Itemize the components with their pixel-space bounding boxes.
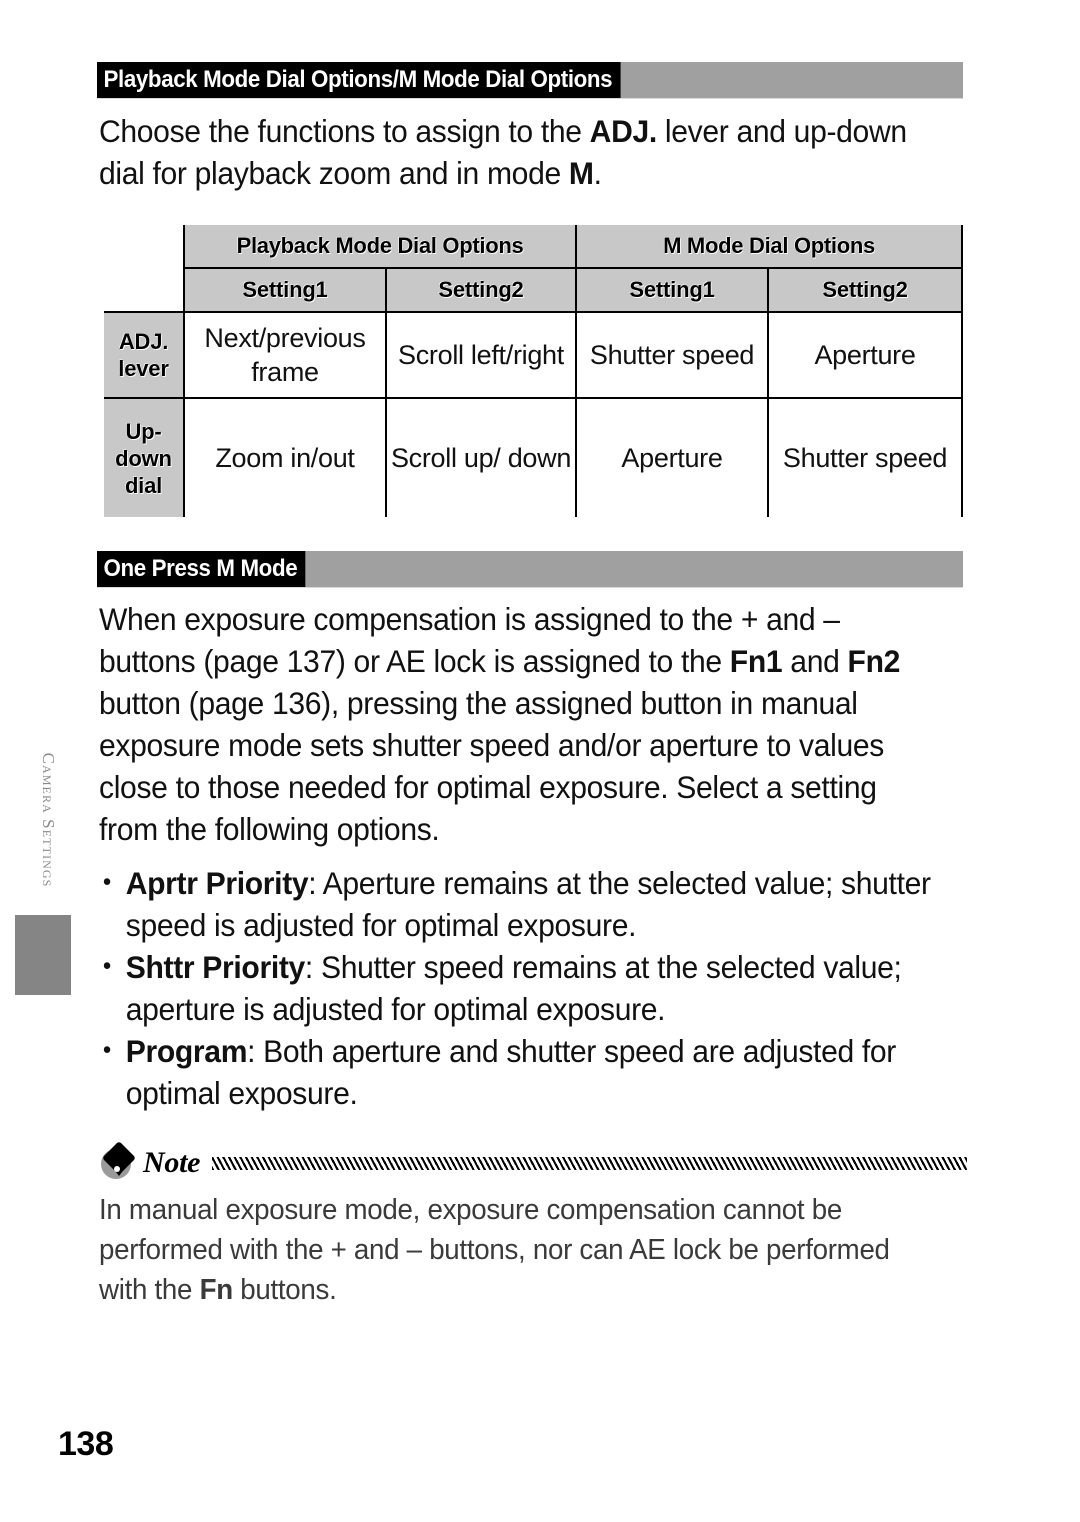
onepress-text-2: and bbox=[782, 643, 848, 679]
note-body-text: In manual exposure mode, exposure compen… bbox=[99, 1190, 939, 1310]
table-cell-updown-mmode-setting1: Aperture bbox=[575, 397, 769, 517]
table-rowlabel-adj-lever: ADJ. lever bbox=[104, 311, 184, 398]
section-heading-one-press-m-mode: One Press M Mode bbox=[97, 551, 963, 587]
onepress-text-3: button (page 136), pressing the assigned… bbox=[99, 685, 884, 847]
table-cell-adj-mmode-setting2: Aperture bbox=[767, 311, 964, 398]
side-tab-block bbox=[15, 915, 71, 995]
onepress-bold-fn2: Fn2 bbox=[847, 643, 901, 679]
table-subheader-playback-setting2: Setting2 bbox=[384, 268, 577, 313]
table-cell-adj-mmode-setting1: Shutter speed bbox=[575, 311, 769, 398]
table-subheader-playback-setting1: Setting1 bbox=[183, 268, 386, 313]
table-corner-cell bbox=[104, 225, 184, 268]
table-row: Up- down dial Zoom in/out Scroll up/ dow… bbox=[104, 397, 964, 517]
dial-options-table: Playback Mode Dial Options M Mode Dial O… bbox=[104, 225, 964, 517]
one-press-paragraph: When exposure compensation is assigned t… bbox=[99, 598, 939, 850]
table-cell-adj-playback-setting2: Scroll left/right bbox=[384, 311, 577, 398]
table-cell-updown-playback-setting1: Zoom in/out bbox=[183, 397, 386, 517]
rowlabel-line-1: Up- bbox=[125, 418, 162, 444]
list-item: Shttr Priority: Shutter speed remains at… bbox=[99, 945, 939, 1030]
table-header-sub-row: Setting1 Setting2 Setting1 Setting2 bbox=[104, 268, 964, 313]
table-header-group-row: Playback Mode Dial Options M Mode Dial O… bbox=[104, 225, 964, 269]
pen-nib-icon bbox=[99, 1141, 143, 1184]
section-heading-2-text: One Press M Mode bbox=[97, 551, 306, 587]
section-heading-1-text: Playback Mode Dial Options/M Mode Dial O… bbox=[97, 62, 621, 98]
note-header: Note bbox=[99, 1141, 967, 1184]
table-cell-updown-mmode-setting2: Shutter speed bbox=[767, 397, 964, 517]
section-heading-playback-mode-dial-options: Playback Mode Dial Options/M Mode Dial O… bbox=[97, 62, 963, 98]
intro-bold-m: M bbox=[568, 155, 594, 191]
table-group-header-playback: Playback Mode Dial Options bbox=[182, 225, 577, 269]
table-subheader-mmode-setting2: Setting2 bbox=[767, 268, 964, 313]
bullet-term-program: Program bbox=[125, 1033, 248, 1069]
table-subheader-mmode-setting1: Setting1 bbox=[575, 268, 769, 313]
onepress-text-1: When exposure compensation is assigned t… bbox=[99, 601, 840, 679]
pen-nib-icon-dot bbox=[114, 1166, 120, 1172]
side-tab-label: Camera Settings bbox=[39, 752, 58, 888]
table-cell-updown-playback-setting2: Scroll up/ down bbox=[384, 397, 577, 517]
list-item: Program: Both aperture and shutter speed… bbox=[99, 1029, 939, 1114]
note-bold-fn: Fn bbox=[199, 1274, 234, 1306]
table-row: ADJ. lever Next/previous frame Scroll le… bbox=[104, 311, 964, 398]
rowlabel-line-1: ADJ. bbox=[118, 329, 169, 354]
note-block: Note In manual exposure mode, exposure c… bbox=[99, 1141, 967, 1310]
rowlabel-line-2: down bbox=[115, 445, 172, 471]
table-corner-cell-2 bbox=[104, 268, 184, 312]
bullet-term-shttr-priority: Shttr Priority bbox=[125, 949, 306, 985]
note-text-2: buttons. bbox=[232, 1274, 337, 1306]
bullet-term-aprtr-priority: Aprtr Priority bbox=[125, 865, 309, 901]
table-cell-adj-playback-setting1: Next/previous frame bbox=[183, 311, 386, 398]
page-number: 138 bbox=[58, 1425, 114, 1463]
list-item: Aprtr Priority: Aperture remains at the … bbox=[99, 861, 939, 946]
rowlabel-line-2: lever bbox=[118, 356, 169, 381]
rowlabel-line-3: dial bbox=[124, 472, 163, 498]
intro-text-1: Choose the functions to assign to the bbox=[99, 113, 590, 149]
note-hatched-rule bbox=[212, 1156, 967, 1170]
table-rowlabel-updown-dial: Up- down dial bbox=[104, 397, 184, 517]
note-label: Note bbox=[143, 1146, 201, 1179]
intro-paragraph: Choose the functions to assign to the AD… bbox=[99, 110, 939, 194]
intro-text-3: . bbox=[593, 155, 602, 191]
onepress-bold-fn1: Fn1 bbox=[729, 643, 783, 679]
options-bullet-list: Aprtr Priority: Aperture remains at the … bbox=[99, 861, 979, 1114]
intro-bold-adj: ADJ. bbox=[589, 113, 658, 149]
table-group-header-mmode: M Mode Dial Options bbox=[575, 225, 964, 269]
